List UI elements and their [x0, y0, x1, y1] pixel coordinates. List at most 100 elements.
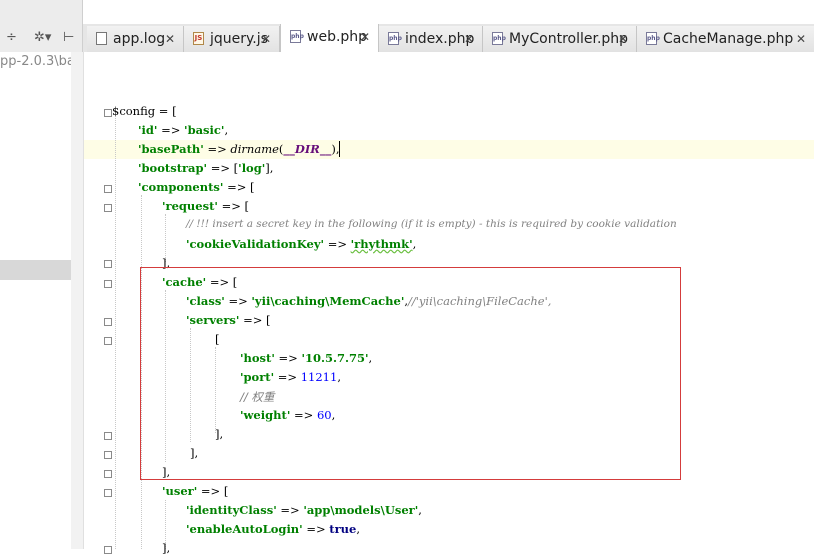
- code-token: ],: [162, 465, 171, 479]
- code-line: ],: [162, 465, 170, 484]
- js-file-icon: JS: [193, 32, 204, 45]
- panel-splitter[interactable]: [71, 52, 84, 549]
- code-token: ,: [224, 123, 229, 137]
- code-token: =>: [276, 503, 304, 517]
- autoscroll-icon[interactable]: ⊢: [63, 28, 74, 48]
- close-icon[interactable]: ✕: [360, 24, 370, 50]
- collapse-all-icon[interactable]: ÷: [6, 28, 17, 48]
- project-panel: pp-2.0.3\bas: [0, 52, 72, 549]
- code-token: ],: [162, 541, 171, 555]
- code-token: 'servers': [186, 313, 240, 327]
- code-token: 'cache': [162, 275, 207, 289]
- fold-toggle-icon[interactable]: [104, 546, 112, 554]
- code-token: => [: [206, 275, 238, 289]
- indent-guide: [190, 328, 191, 442]
- code-line: 'weight' => 60,: [240, 408, 335, 427]
- tab-label: CacheManage.php: [663, 31, 794, 47]
- code-token: ,: [269, 161, 274, 175]
- settings-icon[interactable]: ✲▾: [34, 28, 51, 48]
- code-token: 'log': [238, 161, 266, 175]
- code-token: [: [215, 332, 220, 346]
- tab-cachemanage-php[interactable]: php CacheManage.php ✕: [637, 26, 814, 52]
- project-toolbar: ÷ ✲▾ ⊢: [0, 0, 83, 52]
- close-icon[interactable]: ✕: [464, 26, 474, 52]
- code-comment: //'yii\caching\FileCache',: [408, 294, 552, 308]
- fold-toggle-icon[interactable]: [104, 470, 112, 478]
- fold-toggle-icon[interactable]: [104, 204, 112, 212]
- close-icon[interactable]: ✕: [165, 26, 175, 52]
- code-token: 'components': [138, 180, 224, 194]
- code-token: => [: [217, 199, 250, 213]
- code-token: =>: [324, 237, 351, 251]
- code-editor[interactable]: $config = [ 'id' => 'basic', 'basePath' …: [84, 52, 814, 555]
- tab-app-log[interactable]: app.log ✕: [87, 26, 184, 52]
- code-token: 'enableAutoLogin': [186, 522, 303, 536]
- code-token: ,: [337, 370, 341, 384]
- code-token: '10.5.7.75': [301, 351, 369, 365]
- code-token: 'request': [162, 199, 218, 213]
- code-token: ,: [412, 237, 417, 251]
- fold-toggle-icon[interactable]: [104, 489, 112, 497]
- code-token: ],: [190, 446, 199, 460]
- code-line: ],: [190, 446, 198, 465]
- code-line: 'servers' => [: [186, 313, 271, 332]
- fold-toggle-icon[interactable]: [104, 337, 112, 345]
- tab-web-php[interactable]: php web.php ✕: [280, 24, 379, 52]
- php-file-icon: php: [290, 30, 304, 43]
- code-token: 'bootstrap': [138, 161, 208, 175]
- fold-toggle-icon[interactable]: [104, 185, 112, 193]
- php-file-icon: php: [388, 32, 402, 45]
- code-token: $config: [112, 104, 156, 118]
- code-token: =>: [290, 408, 317, 422]
- code-token: => [: [239, 313, 271, 327]
- text-caret: [339, 141, 340, 157]
- tab-jquery-js[interactable]: JS jquery.js ✕: [184, 26, 280, 52]
- code-token: 'basePath': [138, 142, 204, 156]
- tab-label: app.log: [113, 31, 166, 47]
- tab-mycontroller-php[interactable]: php MyController.php ✕: [483, 26, 637, 52]
- code-line: 'id' => 'basic',: [138, 123, 228, 142]
- code-line: // 权重: [240, 389, 274, 408]
- fold-toggle-icon[interactable]: [104, 318, 112, 326]
- close-icon[interactable]: ✕: [618, 26, 628, 52]
- code-line: 'cookieValidationKey' => 'rhythmk',: [186, 237, 416, 256]
- code-line: 'class' => 'yii\caching\MemCache',//'yii…: [186, 294, 551, 313]
- code-token: => [: [197, 484, 229, 498]
- code-token: ],: [215, 427, 224, 441]
- fold-toggle-icon[interactable]: [104, 280, 112, 288]
- project-path[interactable]: pp-2.0.3\bas: [0, 54, 71, 69]
- code-line: 'components' => [: [138, 180, 255, 199]
- fold-toggle-icon[interactable]: [104, 432, 112, 440]
- fold-toggle-icon[interactable]: [104, 109, 112, 117]
- fold-toggle-icon[interactable]: [104, 260, 112, 268]
- code-token: 'host': [240, 351, 275, 365]
- code-token: 'weight': [240, 408, 291, 422]
- code-token: 'identityClass': [186, 503, 277, 517]
- selected-tree-row[interactable]: [0, 260, 71, 280]
- editor-tab-bar: app.log ✕ JS jquery.js ✕ php web.php ✕ p…: [83, 24, 814, 53]
- code-comment: // 权重: [240, 390, 275, 404]
- code-token: true: [329, 522, 357, 536]
- indent-guide: [165, 290, 166, 462]
- code-token: 'app\models\User': [303, 503, 419, 517]
- code-line: // !!! insert a secret key in the follow…: [186, 218, 677, 237]
- code-line: 'user' => [: [162, 484, 228, 503]
- close-icon[interactable]: ✕: [796, 26, 806, 52]
- code-token: ,: [331, 408, 336, 422]
- close-icon[interactable]: ✕: [261, 26, 271, 52]
- code-line: $config = [: [112, 104, 177, 123]
- code-token: = [: [155, 104, 177, 118]
- code-token: 'user': [162, 484, 198, 498]
- code-line: 'port' => 11211,: [240, 370, 341, 389]
- code-line: 'identityClass' => 'app\models\User',: [186, 503, 422, 522]
- code-token: 60: [316, 408, 332, 422]
- tab-index-php[interactable]: php index.php ✕: [379, 26, 483, 52]
- code-line: 'bootstrap' => ['log'],: [138, 161, 274, 175]
- fold-toggle-icon[interactable]: [104, 451, 112, 459]
- code-line: [: [215, 332, 220, 351]
- code-token: __DIR__: [283, 142, 332, 156]
- indent-guide: [141, 195, 142, 549]
- code-token: 'class': [186, 294, 225, 308]
- code-token: =>: [302, 522, 330, 536]
- code-line: 'enableAutoLogin' => true,: [186, 522, 360, 541]
